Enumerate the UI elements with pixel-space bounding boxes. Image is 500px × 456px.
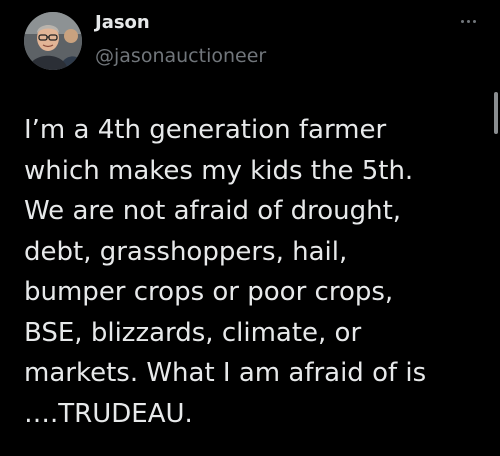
tweet-text-line: BSE, blizzards, climate, or <box>24 317 362 348</box>
scrollbar-thumb[interactable] <box>494 92 498 134</box>
author-handle[interactable]: @jasonauctioneer <box>95 44 266 68</box>
more-options-button[interactable] <box>456 14 480 28</box>
tweet-text-line: ….TRUDEAU. <box>24 398 193 429</box>
tweet-text-line: bumper crops or poor crops, <box>24 277 394 307</box>
more-options-icon-dot <box>466 19 470 23</box>
tweet-text-line: which makes my kids the 5th. <box>24 155 414 186</box>
tweet-text-line: We are not afraid of drought, <box>24 196 402 226</box>
tweet-text: I’m a 4th generation farmer which makes … <box>24 110 486 434</box>
more-options-icon-dot <box>472 19 476 23</box>
author-display-name[interactable]: Jason <box>95 12 150 34</box>
tweet-text-line: markets. What I am afraid of is <box>24 358 427 388</box>
tweet-text-line: I’m a 4th generation farmer <box>24 115 387 145</box>
tweet-card: Jason @jasonauctioneer I’m a 4th generat… <box>0 0 500 456</box>
avatar[interactable] <box>24 12 82 70</box>
tweet-text-line: debt, grasshoppers, hail, <box>24 236 348 267</box>
more-options-icon <box>460 19 464 23</box>
profile-photo-icon <box>24 12 82 70</box>
